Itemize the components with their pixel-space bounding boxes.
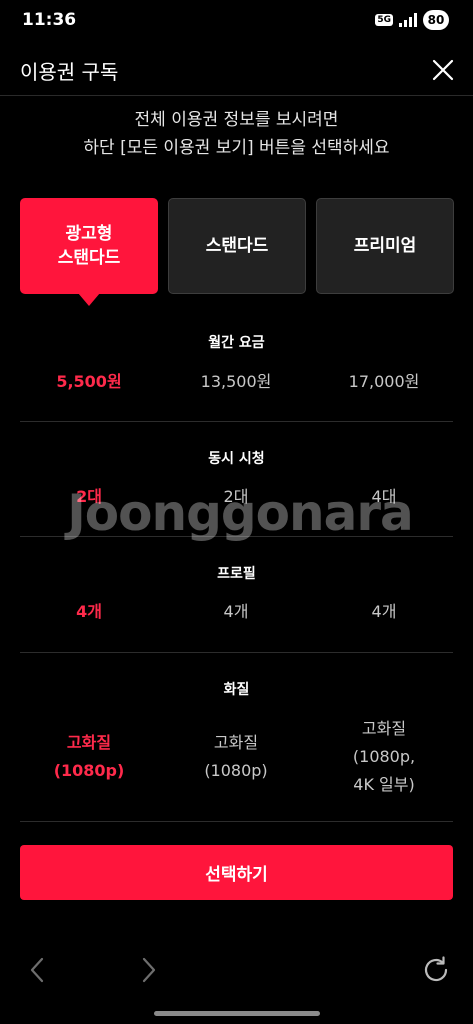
status-icons: 5G 80: [375, 10, 449, 30]
quality-premium: 고화질 (1080p, 4K 일부): [309, 715, 459, 799]
quality-line-1: 고화질: [213, 733, 259, 752]
plan-label-line-2: 스탠다드: [57, 248, 121, 268]
bottom-nav: [0, 940, 473, 1000]
streams-ad-standard: 2대: [76, 487, 102, 506]
plan-ad-standard[interactable]: 광고형 스탠다드: [20, 198, 158, 306]
status-bar: 11:36 5G 80: [0, 0, 473, 44]
header: 이용권 구독: [0, 44, 473, 96]
plan-standard[interactable]: 스탠다드: [168, 198, 306, 294]
status-time: 11:36: [22, 10, 77, 30]
refresh-icon: [424, 956, 448, 982]
close-icon: [432, 59, 454, 81]
section-title: 월간 요금: [208, 335, 265, 351]
plan-premium[interactable]: 프리미엄: [316, 198, 454, 294]
quality-ad-standard: 고화질 (1080p): [14, 729, 164, 785]
section-title: 화질: [223, 682, 250, 698]
select-button[interactable]: 선택하기: [20, 845, 453, 900]
network-5g-icon: 5G: [375, 14, 393, 26]
page-title: 이용권 구독: [20, 60, 119, 84]
back-arrow-icon: [30, 957, 44, 983]
quality-line-1: 고화질: [361, 719, 407, 738]
plan-label: 프리미엄: [353, 236, 417, 256]
notice-line-2: 하단 [모든 이용권 보기] 버튼을 선택하세요: [83, 138, 390, 158]
quality-line-2: (1080p): [204, 761, 268, 780]
streams-standard: 2대: [223, 487, 249, 506]
price-ad-standard: 5,500원: [56, 372, 122, 391]
profiles-ad-standard: 4개: [76, 602, 102, 621]
refresh-button[interactable]: [418, 952, 454, 988]
forward-button[interactable]: [130, 952, 166, 988]
quality-line-2: (1080p,: [352, 747, 416, 766]
price-standard: 13,500원: [200, 372, 272, 391]
streams-premium: 4대: [371, 487, 397, 506]
price-premium: 17,000원: [348, 372, 420, 391]
section-title: 프로필: [217, 566, 256, 582]
battery-icon: 80: [423, 10, 449, 30]
profiles-premium: 4개: [371, 602, 397, 621]
plan-label-line-1: 광고형: [65, 224, 113, 244]
plan-label: 스탠다드: [205, 236, 269, 256]
section-quality: 화질 고화질 (1080p) 고화질 (1080p) 고화질 (1080p, 4…: [20, 653, 453, 822]
close-button[interactable]: [427, 54, 459, 86]
quality-standard: 고화질 (1080p): [161, 729, 311, 785]
home-indicator[interactable]: [154, 1011, 320, 1016]
section-profiles: 프로필 4개 4개 4개: [20, 537, 453, 653]
forward-arrow-icon: [142, 957, 156, 983]
quality-line-1: 고화질: [66, 733, 112, 752]
section-title: 동시 시청: [208, 451, 265, 467]
selected-pointer-icon: [78, 293, 100, 306]
signal-icon: [399, 13, 417, 27]
section-price: 월간 요금 5,500원 13,500원 17,000원: [20, 308, 453, 422]
section-streams: 동시 시청 2대 2대 4대: [20, 422, 453, 537]
profiles-standard: 4개: [223, 602, 249, 621]
back-button[interactable]: [20, 952, 56, 988]
quality-line-2: (1080p): [53, 761, 125, 780]
notice-line-1: 전체 이용권 정보를 보시려면: [134, 110, 339, 130]
quality-line-3: 4K 일부): [353, 775, 415, 794]
plan-selector: 광고형 스탠다드 스탠다드 프리미엄: [20, 198, 454, 306]
plan-notice: 전체 이용권 정보를 보시려면 하단 [모든 이용권 보기] 버튼을 선택하세요: [0, 106, 473, 162]
